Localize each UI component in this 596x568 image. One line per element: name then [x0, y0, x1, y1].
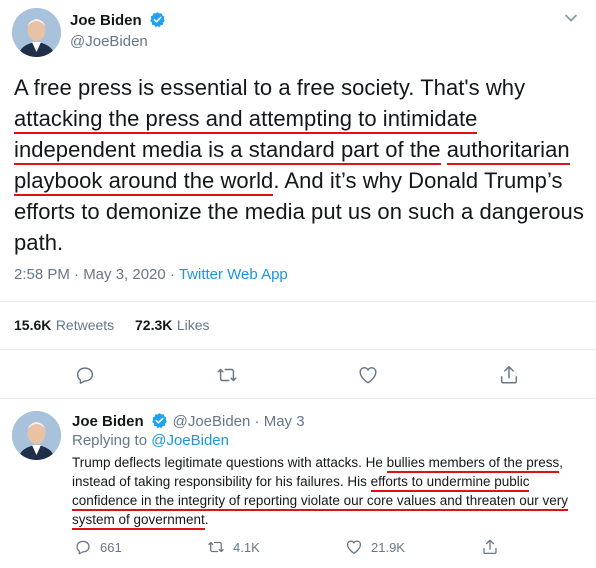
likes-count[interactable]: 72.3K Likes — [135, 317, 210, 335]
tweet-timestamp[interactable]: 2:58 PM · May 3, 2020 · — [14, 266, 179, 283]
reply-retweet-button[interactable]: 4.1K — [207, 538, 260, 556]
reply-count: 661 — [100, 539, 122, 555]
tweet-timestamp-row: 2:58 PM · May 3, 2020 · Twitter Web App — [14, 266, 288, 283]
replying-to: Replying to @JoeBiden — [72, 432, 229, 449]
like-button[interactable] — [357, 364, 379, 391]
replying-handle[interactable]: @JoeBiden — [151, 432, 229, 449]
retweet-icon — [217, 368, 237, 382]
avatar[interactable] — [12, 8, 61, 57]
author-row: Joe Biden — [70, 11, 166, 33]
chevron-down-icon[interactable] — [564, 11, 578, 30]
retweets-label: Retweets — [55, 317, 115, 333]
reply-avatar[interactable] — [12, 411, 61, 460]
tweet-source[interactable]: Twitter Web App — [179, 266, 288, 283]
tweet-text-part: A free press is essential to a free soci… — [14, 75, 526, 100]
share-icon — [483, 539, 497, 555]
tweet-text-part — [441, 137, 447, 162]
reply-icon — [76, 367, 94, 384]
retweets-count[interactable]: 15.6K Retweets — [14, 317, 114, 335]
likes-label: Likes — [176, 317, 210, 333]
reply-text: Trump deflects legitimate questions with… — [72, 453, 587, 530]
verified-badge-icon — [149, 11, 166, 33]
share-button[interactable] — [498, 364, 520, 391]
retweets-number: 15.6K — [14, 317, 52, 333]
underlined-phrase: attacking the press and attempting to in… — [14, 106, 478, 134]
tweet-text: A free press is essential to a free soci… — [14, 72, 584, 258]
avatar-image — [12, 411, 61, 460]
underlined-phrase: bullies members of the press — [386, 455, 560, 473]
divider — [0, 398, 596, 399]
retweet-icon — [208, 541, 224, 553]
reply-author-row: Joe Biden @JoeBiden · May 3 — [72, 412, 305, 434]
retweet-button[interactable] — [216, 364, 238, 391]
divider — [0, 349, 596, 350]
reply-author-name[interactable]: Joe Biden — [72, 413, 144, 430]
reply-text-part: Trump deflects legitimate questions with… — [72, 455, 387, 470]
verified-badge-icon — [151, 412, 168, 434]
like-icon — [359, 367, 377, 384]
like-icon — [346, 540, 362, 555]
author-handle[interactable]: @JoeBiden — [70, 33, 148, 50]
reply-text-part: . — [204, 512, 209, 527]
divider — [0, 301, 596, 302]
author-name[interactable]: Joe Biden — [70, 12, 142, 29]
reply-icon — [76, 540, 90, 555]
reply-date[interactable]: · May 3 — [250, 413, 305, 430]
replying-label: Replying to — [72, 432, 152, 449]
reply-like-button[interactable]: 21.9K — [345, 538, 405, 556]
likes-number: 72.3K — [135, 317, 173, 333]
share-icon — [500, 366, 518, 384]
like-count: 21.9K — [371, 539, 405, 555]
retweet-count: 4.1K — [233, 539, 260, 555]
avatar-image — [12, 8, 61, 57]
reply-reply-button[interactable]: 661 — [74, 538, 122, 556]
underlined-phrase: independent media is a standard part of … — [14, 137, 441, 165]
reply-button[interactable] — [74, 364, 96, 391]
reply-author-handle[interactable]: @JoeBiden — [173, 413, 251, 430]
reply-share-button[interactable] — [481, 538, 499, 561]
